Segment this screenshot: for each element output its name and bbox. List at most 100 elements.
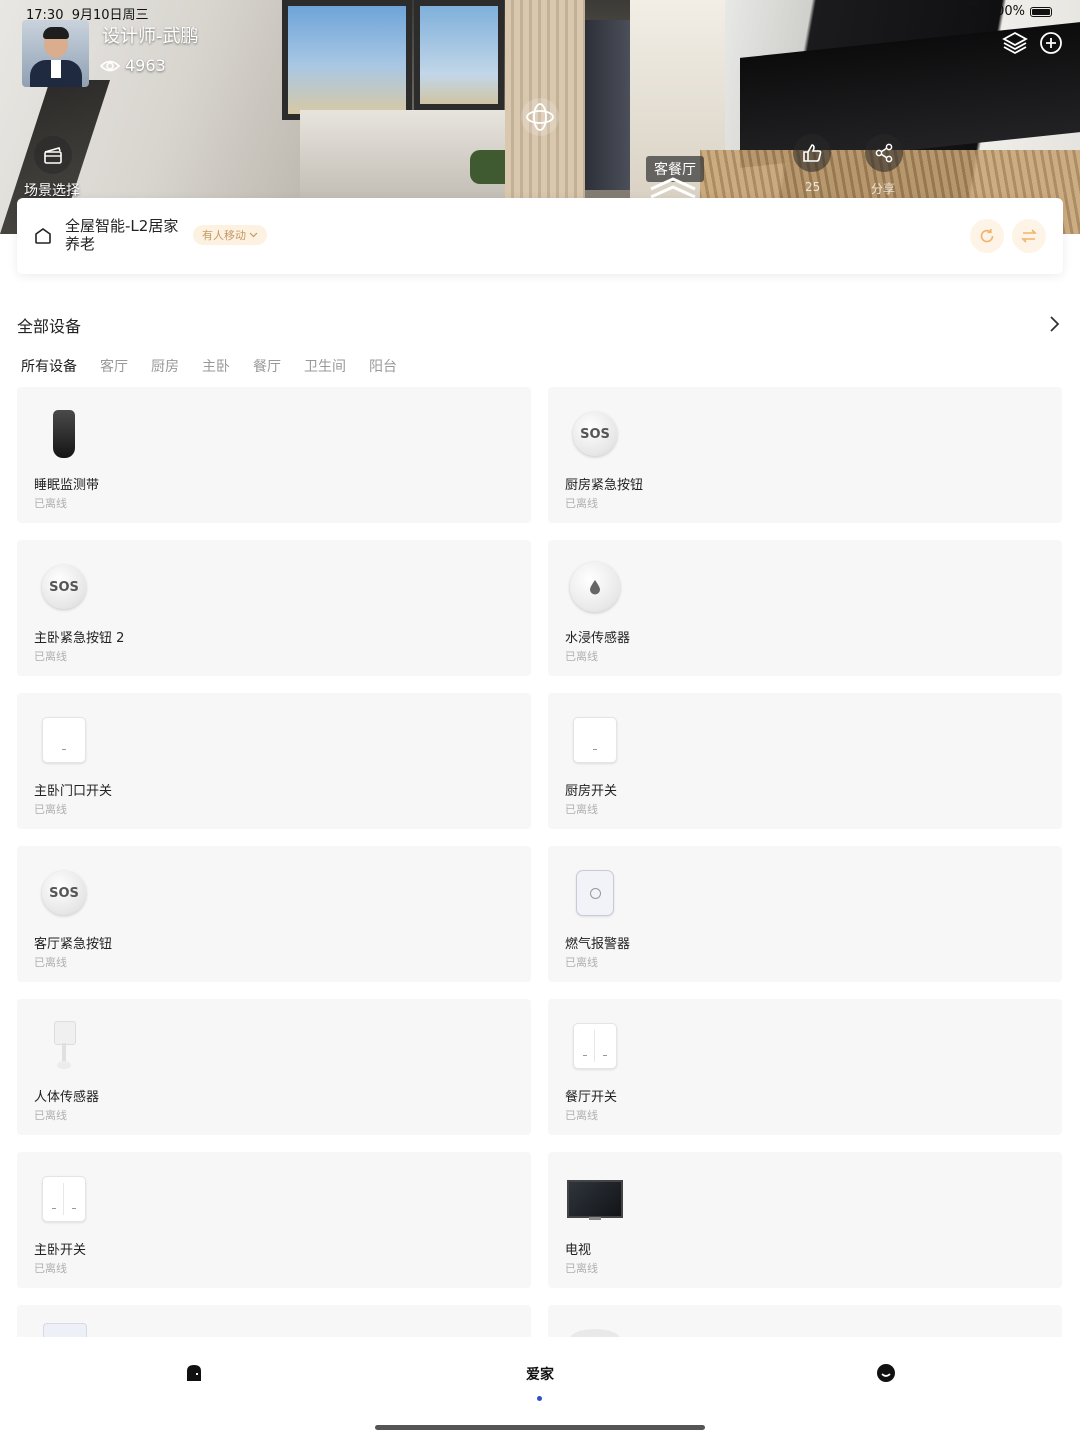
designer-name: 设计师-武鹏 xyxy=(102,26,199,47)
device-icon xyxy=(570,1329,620,1337)
device-status: 已离线 xyxy=(565,803,598,816)
device-card[interactable]: 主卧开关 已离线 xyxy=(17,1152,531,1288)
tab-all-devices[interactable]: 所有设备 xyxy=(21,356,77,376)
device-status: 已离线 xyxy=(565,1109,598,1122)
house-icon xyxy=(35,228,51,244)
mode-dropdown[interactable]: 有人移动 xyxy=(193,225,267,245)
device-status: 已离线 xyxy=(34,956,67,969)
device-status: 已离线 xyxy=(565,650,598,663)
room-tabs: 所有设备 客厅 厨房 主卧 餐厅 卫生间 阳台 xyxy=(21,356,420,376)
scene-window xyxy=(414,0,504,110)
bottom-nav: 爱家 xyxy=(0,1337,1080,1440)
mode-label: 有人移动 xyxy=(202,229,246,242)
tab-bathroom[interactable]: 卫生间 xyxy=(304,356,346,376)
device-status: 已离线 xyxy=(34,1109,67,1122)
device-status: 已离线 xyxy=(34,1262,67,1275)
device-status: 已离线 xyxy=(34,803,67,816)
nav-home-tab[interactable]: 爱家 xyxy=(0,1364,1080,1384)
home-card[interactable]: 全屋智能-L2居家养老 有人移动 xyxy=(17,198,1063,274)
device-name: 水浸传感器 xyxy=(565,631,631,646)
swap-icon xyxy=(1021,229,1037,243)
like-count: 25 xyxy=(805,180,821,194)
home-indicator xyxy=(375,1425,705,1430)
device-status: 已离线 xyxy=(565,1262,598,1275)
avatar-shirt xyxy=(51,60,61,78)
battery-text: 100% xyxy=(987,4,1025,19)
switch-single-icon xyxy=(35,711,93,769)
chevron-up-icon[interactable] xyxy=(648,176,698,198)
device-card-partial[interactable] xyxy=(17,1305,531,1337)
device-icon xyxy=(43,1323,87,1337)
switch-single-icon xyxy=(566,711,624,769)
refresh-button[interactable] xyxy=(970,219,1004,253)
thumbs-up-icon xyxy=(803,144,822,162)
home-name[interactable]: 全屋智能-L2居家养老 xyxy=(65,217,190,253)
device-card[interactable]: 人体传感器 已离线 xyxy=(17,999,531,1135)
tab-kitchen[interactable]: 厨房 xyxy=(151,356,179,376)
device-card[interactable]: SOS 客厅紧急按钮 已离线 xyxy=(17,846,531,982)
tv-icon xyxy=(566,1170,624,1228)
device-card-partial[interactable] xyxy=(548,1305,1062,1337)
device-name: 餐厅开关 xyxy=(565,1090,618,1105)
device-name: 主卧开关 xyxy=(34,1243,87,1258)
device-card[interactable]: 燃气报警器 已离线 xyxy=(548,846,1062,982)
battery-icon xyxy=(1030,6,1052,17)
share-icon xyxy=(875,143,893,163)
device-card[interactable]: 电视 已离线 xyxy=(548,1152,1062,1288)
sos-button-icon: SOS xyxy=(566,405,624,463)
designer-avatar[interactable] xyxy=(22,20,89,87)
tab-dining-room[interactable]: 餐厅 xyxy=(253,356,281,376)
wifi-icon xyxy=(966,5,983,17)
device-status: 已离线 xyxy=(565,956,598,969)
view-count: 4963 xyxy=(100,56,166,75)
device-card[interactable]: SOS 厨房紧急按钮 已离线 xyxy=(548,387,1062,523)
switch-double-icon xyxy=(35,1170,93,1228)
sos-button-icon: SOS xyxy=(35,558,93,616)
gas-alarm-icon xyxy=(566,864,624,922)
plus-circle-icon xyxy=(1040,32,1062,54)
device-name: 主卧紧急按钮 2 xyxy=(34,631,125,646)
device-card[interactable]: 水浸传感器 已离线 xyxy=(548,540,1062,676)
tab-living-room[interactable]: 客厅 xyxy=(100,356,128,376)
scene-window xyxy=(282,0,412,120)
device-name: 厨房开关 xyxy=(565,784,618,799)
profile-icon[interactable] xyxy=(876,1363,896,1383)
device-name: 客厅紧急按钮 xyxy=(34,937,113,952)
scene-select-label[interactable]: 场景选择 xyxy=(24,180,80,200)
device-name: 睡眠监测带 xyxy=(34,478,100,493)
status-indicators: 100% xyxy=(966,4,1052,19)
like-button[interactable] xyxy=(793,134,831,172)
refresh-icon xyxy=(980,229,994,243)
device-card[interactable]: 厨房开关 已离线 xyxy=(548,693,1062,829)
tab-balcony[interactable]: 阳台 xyxy=(369,356,397,376)
tab-master-bedroom[interactable]: 主卧 xyxy=(202,356,230,376)
device-name: 厨房紧急按钮 xyxy=(565,478,644,493)
chevron-down-icon xyxy=(249,232,258,238)
device-name: 燃气报警器 xyxy=(565,937,631,952)
device-name: 主卧门口开关 xyxy=(34,784,113,799)
sleep-band-icon xyxy=(35,405,93,463)
device-card[interactable]: 主卧门口开关 已离线 xyxy=(17,693,531,829)
motion-sensor-icon xyxy=(35,1017,93,1075)
add-button[interactable] xyxy=(1032,24,1070,62)
eye-icon xyxy=(100,60,120,71)
sos-button-icon: SOS xyxy=(35,864,93,922)
device-status: 已离线 xyxy=(565,497,598,510)
device-card[interactable]: 餐厅开关 已离线 xyxy=(548,999,1062,1135)
share-button[interactable] xyxy=(865,134,903,172)
orbit-icon xyxy=(526,103,554,131)
panorama-navigation-control[interactable] xyxy=(521,98,559,136)
scene-select-button[interactable] xyxy=(34,136,72,174)
switch-double-icon xyxy=(566,1017,624,1075)
device-status: 已离线 xyxy=(34,497,67,510)
chevron-right-icon[interactable] xyxy=(1048,314,1062,334)
device-grid: 睡眠监测带 已离线 SOS 厨房紧急按钮 已离线 SOS 主卧紧急按钮 2 已离… xyxy=(17,387,1063,1337)
switch-home-button[interactable] xyxy=(1012,219,1046,253)
share-label: 分享 xyxy=(871,182,896,196)
water-sensor-icon xyxy=(566,558,624,616)
device-card[interactable]: SOS 主卧紧急按钮 2 已离线 xyxy=(17,540,531,676)
device-card[interactable]: 睡眠监测带 已离线 xyxy=(17,387,531,523)
layers-button[interactable] xyxy=(996,24,1034,62)
device-name: 人体传感器 xyxy=(34,1090,100,1105)
scene-fridge xyxy=(585,20,630,190)
